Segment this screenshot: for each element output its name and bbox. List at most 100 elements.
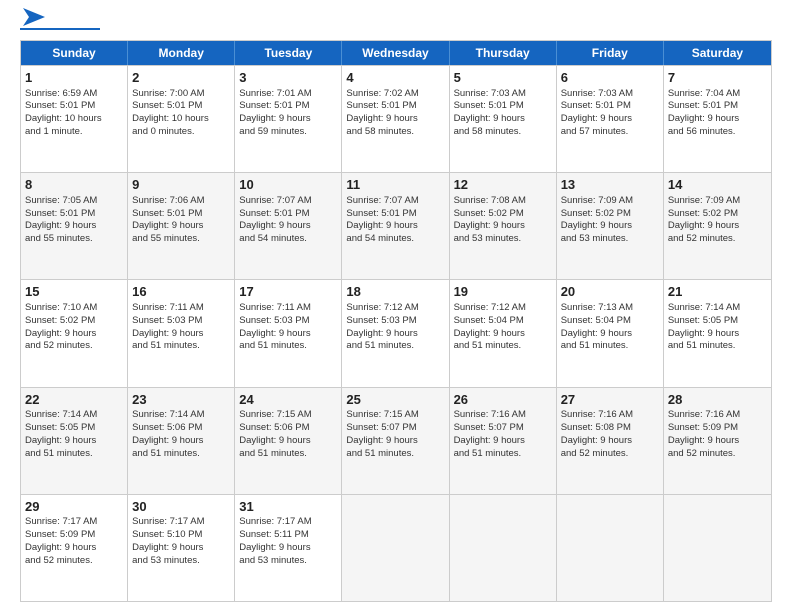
day-info-line: Sunset: 5:07 PM: [346, 422, 444, 435]
day-number: 21: [668, 283, 767, 301]
calendar-day-2: 2Sunrise: 7:00 AMSunset: 5:01 PMDaylight…: [128, 66, 235, 172]
day-info-line: Sunrise: 7:15 AM: [346, 409, 444, 422]
day-number: 10: [239, 176, 337, 194]
day-info-line: and 51 minutes.: [561, 340, 659, 353]
day-number: 31: [239, 498, 337, 516]
calendar-week-2: 8Sunrise: 7:05 AMSunset: 5:01 PMDaylight…: [21, 172, 771, 279]
day-number: 17: [239, 283, 337, 301]
calendar-day-25: 25Sunrise: 7:15 AMSunset: 5:07 PMDayligh…: [342, 388, 449, 494]
day-info-line: Sunset: 5:01 PM: [25, 208, 123, 221]
calendar-week-5: 29Sunrise: 7:17 AMSunset: 5:09 PMDayligh…: [21, 494, 771, 601]
calendar-day-empty: [664, 495, 771, 601]
day-info-line: Sunset: 5:05 PM: [25, 422, 123, 435]
calendar-day-20: 20Sunrise: 7:13 AMSunset: 5:04 PMDayligh…: [557, 280, 664, 386]
day-info-line: Daylight: 9 hours: [25, 542, 123, 555]
calendar-day-31: 31Sunrise: 7:17 AMSunset: 5:11 PMDayligh…: [235, 495, 342, 601]
day-info-line: Daylight: 9 hours: [668, 328, 767, 341]
day-info-line: Sunset: 5:06 PM: [239, 422, 337, 435]
day-info-line: Sunrise: 7:01 AM: [239, 88, 337, 101]
calendar-day-9: 9Sunrise: 7:06 AMSunset: 5:01 PMDaylight…: [128, 173, 235, 279]
day-info-line: Daylight: 9 hours: [239, 435, 337, 448]
day-info-line: Sunrise: 7:02 AM: [346, 88, 444, 101]
day-info-line: Sunset: 5:09 PM: [25, 529, 123, 542]
day-info-line: Sunrise: 7:17 AM: [239, 516, 337, 529]
day-info-line: and 52 minutes.: [668, 448, 767, 461]
day-info-line: Sunrise: 7:14 AM: [668, 302, 767, 315]
day-number: 26: [454, 391, 552, 409]
weekday-header-sunday: Sunday: [21, 41, 128, 65]
calendar-day-12: 12Sunrise: 7:08 AMSunset: 5:02 PMDayligh…: [450, 173, 557, 279]
day-number: 8: [25, 176, 123, 194]
calendar-day-10: 10Sunrise: 7:07 AMSunset: 5:01 PMDayligh…: [235, 173, 342, 279]
day-info-line: Sunset: 5:11 PM: [239, 529, 337, 542]
day-info-line: Daylight: 9 hours: [454, 328, 552, 341]
day-info-line: Daylight: 9 hours: [454, 220, 552, 233]
day-info-line: Sunrise: 6:59 AM: [25, 88, 123, 101]
weekday-header-friday: Friday: [557, 41, 664, 65]
day-info-line: Sunset: 5:07 PM: [454, 422, 552, 435]
day-info-line: and 55 minutes.: [25, 233, 123, 246]
day-info-line: Sunrise: 7:17 AM: [25, 516, 123, 529]
day-number: 24: [239, 391, 337, 409]
day-info-line: Sunset: 5:04 PM: [561, 315, 659, 328]
calendar-day-empty: [342, 495, 449, 601]
day-info-line: Sunset: 5:02 PM: [561, 208, 659, 221]
day-number: 16: [132, 283, 230, 301]
calendar-day-21: 21Sunrise: 7:14 AMSunset: 5:05 PMDayligh…: [664, 280, 771, 386]
day-number: 1: [25, 69, 123, 87]
day-info-line: Sunrise: 7:08 AM: [454, 195, 552, 208]
calendar-day-8: 8Sunrise: 7:05 AMSunset: 5:01 PMDaylight…: [21, 173, 128, 279]
day-info-line: and 52 minutes.: [25, 340, 123, 353]
day-number: 25: [346, 391, 444, 409]
calendar-day-6: 6Sunrise: 7:03 AMSunset: 5:01 PMDaylight…: [557, 66, 664, 172]
day-info-line: Daylight: 9 hours: [561, 220, 659, 233]
day-info-line: Sunrise: 7:03 AM: [561, 88, 659, 101]
day-info-line: Sunset: 5:01 PM: [132, 208, 230, 221]
day-info-line: Sunrise: 7:14 AM: [132, 409, 230, 422]
day-info-line: Daylight: 9 hours: [454, 435, 552, 448]
calendar-week-3: 15Sunrise: 7:10 AMSunset: 5:02 PMDayligh…: [21, 279, 771, 386]
logo-icon: [23, 8, 45, 26]
day-info-line: Sunset: 5:01 PM: [454, 100, 552, 113]
day-number: 28: [668, 391, 767, 409]
day-info-line: Sunset: 5:08 PM: [561, 422, 659, 435]
weekday-header-thursday: Thursday: [450, 41, 557, 65]
day-info-line: Daylight: 9 hours: [25, 435, 123, 448]
day-info-line: Sunrise: 7:16 AM: [561, 409, 659, 422]
day-info-line: Daylight: 9 hours: [668, 113, 767, 126]
day-info-line: Sunrise: 7:16 AM: [668, 409, 767, 422]
page: SundayMondayTuesdayWednesdayThursdayFrid…: [0, 0, 792, 612]
calendar-day-1: 1Sunrise: 6:59 AMSunset: 5:01 PMDaylight…: [21, 66, 128, 172]
calendar-day-19: 19Sunrise: 7:12 AMSunset: 5:04 PMDayligh…: [450, 280, 557, 386]
day-number: 3: [239, 69, 337, 87]
day-number: 30: [132, 498, 230, 516]
day-info-line: and 51 minutes.: [454, 448, 552, 461]
day-number: 13: [561, 176, 659, 194]
day-info-line: Sunrise: 7:06 AM: [132, 195, 230, 208]
day-info-line: Daylight: 9 hours: [25, 220, 123, 233]
day-info-line: Sunrise: 7:10 AM: [25, 302, 123, 315]
day-info-line: Daylight: 9 hours: [346, 113, 444, 126]
day-info-line: Sunrise: 7:12 AM: [346, 302, 444, 315]
day-info-line: Daylight: 9 hours: [668, 220, 767, 233]
calendar-day-4: 4Sunrise: 7:02 AMSunset: 5:01 PMDaylight…: [342, 66, 449, 172]
day-info-line: Daylight: 10 hours: [132, 113, 230, 126]
day-info-line: and 53 minutes.: [454, 233, 552, 246]
day-info-line: Sunset: 5:01 PM: [132, 100, 230, 113]
day-info-line: Sunrise: 7:05 AM: [25, 195, 123, 208]
day-info-line: Sunrise: 7:12 AM: [454, 302, 552, 315]
day-info-line: Daylight: 9 hours: [132, 542, 230, 555]
day-info-line: Daylight: 9 hours: [132, 435, 230, 448]
day-info-line: Daylight: 9 hours: [346, 435, 444, 448]
day-info-line: Daylight: 9 hours: [239, 220, 337, 233]
day-info-line: Daylight: 9 hours: [561, 328, 659, 341]
day-number: 2: [132, 69, 230, 87]
weekday-header-monday: Monday: [128, 41, 235, 65]
day-info-line: Daylight: 9 hours: [454, 113, 552, 126]
day-number: 27: [561, 391, 659, 409]
day-info-line: Sunset: 5:03 PM: [239, 315, 337, 328]
day-number: 4: [346, 69, 444, 87]
calendar-day-30: 30Sunrise: 7:17 AMSunset: 5:10 PMDayligh…: [128, 495, 235, 601]
day-info-line: and 1 minute.: [25, 126, 123, 139]
day-info-line: and 52 minutes.: [25, 555, 123, 568]
